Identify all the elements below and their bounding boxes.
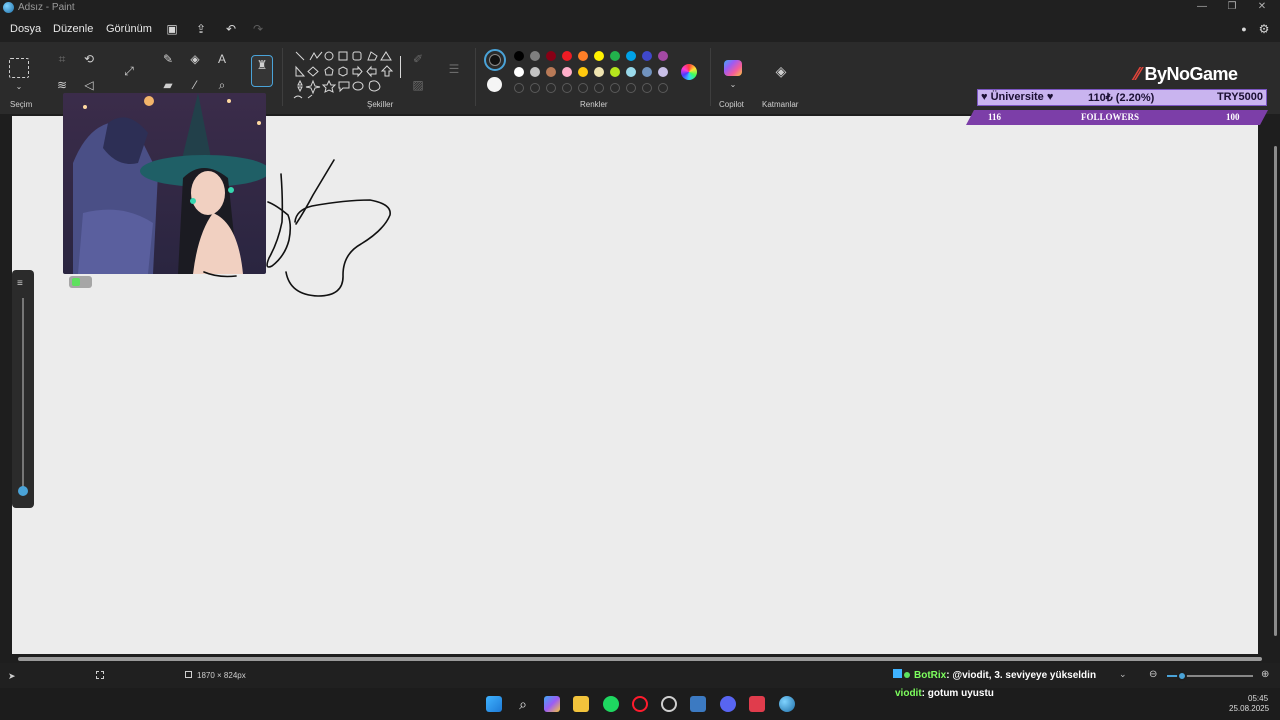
bynogame-brand-text: ByNoGame — [1144, 64, 1239, 84]
ticker-goal-target: TRY5000 — [1216, 91, 1263, 103]
opera-icon[interactable] — [632, 696, 648, 712]
search-icon[interactable]: ⌕ — [515, 696, 531, 712]
zoom-in-icon[interactable]: ⊕ — [1261, 669, 1269, 680]
clock-date[interactable]: 25.08.2025 — [1229, 704, 1269, 713]
bynogame-logo-mark: ⁄⁄ — [1135, 64, 1145, 84]
horizontal-scrollbar[interactable] — [0, 655, 1280, 663]
chat-username: viodit — [895, 688, 922, 699]
chat-message-1: BotRix: @viodit, 3. seviyeye yükseldin — [893, 669, 1096, 681]
chat-username: BotRix — [914, 670, 947, 681]
zoom-slider-thumb[interactable] — [1177, 671, 1187, 681]
chat-text: : @viodit, 3. seviyeye yükseldin — [946, 670, 1097, 681]
vertical-scroll-thumb[interactable] — [1274, 146, 1277, 636]
clock-time[interactable]: 05:45 — [1248, 694, 1268, 703]
brush-size-icon: ≡ — [17, 278, 23, 289]
ticker-goal-name: ♥ Üniversite ♥ — [981, 91, 1054, 103]
start-icon[interactable] — [486, 696, 502, 712]
paint-taskbar-icon[interactable] — [779, 696, 795, 712]
spotify-icon[interactable] — [603, 696, 619, 712]
followers-label: FOLLOWERS — [1081, 112, 1140, 122]
steam-icon[interactable] — [661, 696, 677, 712]
pointer-icon: ➤ — [8, 671, 16, 681]
ticker-goal-progress: 110₺ (2.20%) — [1088, 92, 1155, 104]
discord-icon[interactable] — [720, 696, 736, 712]
brush-size-panel: ≡ — [12, 270, 34, 508]
zoom-out-icon[interactable]: ⊖ — [1149, 669, 1157, 680]
hand-drawing-stroke — [203, 159, 391, 297]
chevron-down-icon[interactable]: ⌄ — [1119, 669, 1127, 680]
file-explorer-icon[interactable] — [573, 696, 589, 712]
obs-icon[interactable] — [749, 696, 765, 712]
brush-size-track[interactable] — [22, 298, 24, 488]
brush-size-thumb[interactable] — [18, 486, 28, 496]
bynogame-logo: ⁄⁄ ByNoGame — [1135, 64, 1238, 85]
followers-current: 116 — [988, 112, 1002, 122]
canvas-size-text: 1870 × 824px — [197, 671, 246, 680]
canvas-size-icon — [185, 671, 192, 678]
copilot-taskbar-icon[interactable] — [544, 696, 560, 712]
vertical-scrollbar[interactable] — [1272, 116, 1280, 656]
followers-goal: 100 — [1226, 112, 1240, 122]
chat-badge-icon — [893, 669, 902, 678]
donation-goal-ticker: ♥ Üniversite ♥ 110₺ (2.20%) TRY5000 — [977, 89, 1267, 106]
followers-bar: 116 FOLLOWERS 100 — [966, 110, 1268, 125]
chat-text: : gotum uyustu — [921, 688, 994, 699]
chat-message-2: viodit: gotum uyustu — [895, 688, 994, 699]
selection-size-icon — [96, 671, 104, 679]
horizontal-scroll-thumb[interactable] — [18, 657, 1262, 661]
windows-taskbar: ⌕ 05:45 25.08.2025 — [0, 688, 1280, 720]
app-icon[interactable] — [690, 696, 706, 712]
chat-badge-dot — [904, 672, 910, 678]
